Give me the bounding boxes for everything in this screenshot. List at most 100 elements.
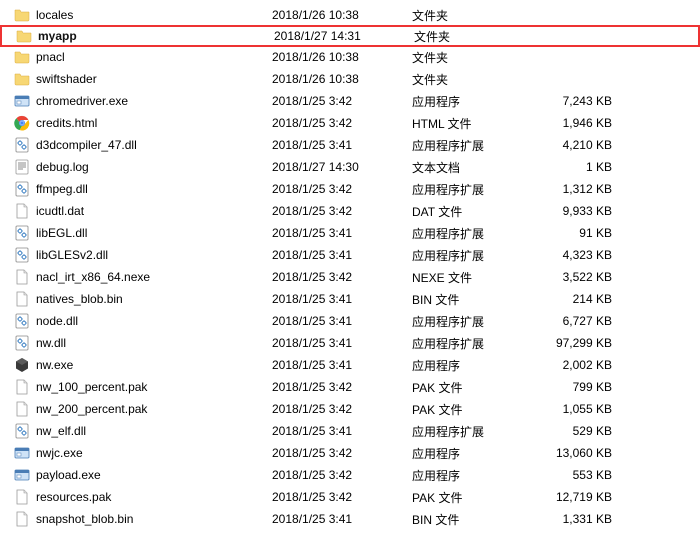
file-name: snapshot_blob.bin bbox=[32, 512, 272, 526]
file-name: nw_elf.dll bbox=[32, 424, 272, 438]
file-type: 应用程序 bbox=[412, 467, 532, 484]
file-date: 2018/1/25 3:42 bbox=[272, 446, 412, 460]
file-size: 3,522 KB bbox=[532, 270, 632, 284]
file-list: locales2018/1/26 10:38文件夹myapp2018/1/27 … bbox=[0, 0, 700, 534]
file-row[interactable]: debug.log2018/1/27 14:30文本文档1 KB bbox=[0, 156, 700, 178]
file-icon bbox=[12, 489, 32, 505]
file-date: 2018/1/26 10:38 bbox=[272, 8, 412, 22]
dll-icon bbox=[12, 313, 32, 329]
exe-icon bbox=[12, 445, 32, 461]
file-row[interactable]: nwjc.exe2018/1/25 3:42应用程序13,060 KB bbox=[0, 442, 700, 464]
file-icon bbox=[12, 379, 32, 395]
file-size: 214 KB bbox=[532, 292, 632, 306]
file-size: 2,002 KB bbox=[532, 358, 632, 372]
file-date: 2018/1/25 3:41 bbox=[272, 358, 412, 372]
file-type: 应用程序 bbox=[412, 93, 532, 110]
file-type: 文件夹 bbox=[414, 28, 534, 45]
file-row[interactable]: nw_200_percent.pak2018/1/25 3:42PAK 文件1,… bbox=[0, 398, 700, 420]
file-icon bbox=[12, 291, 32, 307]
file-date: 2018/1/25 3:41 bbox=[272, 292, 412, 306]
file-row[interactable]: nw_elf.dll2018/1/25 3:41应用程序扩展529 KB bbox=[0, 420, 700, 442]
file-row[interactable]: natives_blob.bin2018/1/25 3:41BIN 文件214 … bbox=[0, 288, 700, 310]
file-row[interactable]: swiftshader2018/1/26 10:38文件夹 bbox=[0, 68, 700, 90]
file-size: 799 KB bbox=[532, 380, 632, 394]
file-row[interactable]: libGLESv2.dll2018/1/25 3:41应用程序扩展4,323 K… bbox=[0, 244, 700, 266]
file-date: 2018/1/25 3:41 bbox=[272, 226, 412, 240]
file-size: 4,323 KB bbox=[532, 248, 632, 262]
file-name: chromedriver.exe bbox=[32, 94, 272, 108]
file-name: nw.exe bbox=[32, 358, 272, 372]
file-size: 91 KB bbox=[532, 226, 632, 240]
file-type: 文件夹 bbox=[412, 49, 532, 66]
dll-icon bbox=[12, 335, 32, 351]
file-size: 12,719 KB bbox=[532, 490, 632, 504]
file-name: debug.log bbox=[32, 160, 272, 174]
file-row[interactable]: nacl_irt_x86_64.nexe2018/1/25 3:42NEXE 文… bbox=[0, 266, 700, 288]
file-name: pnacl bbox=[32, 50, 272, 64]
file-size: 1,946 KB bbox=[532, 116, 632, 130]
file-name: nw_200_percent.pak bbox=[32, 402, 272, 416]
file-type: PAK 文件 bbox=[412, 401, 532, 418]
file-date: 2018/1/27 14:30 bbox=[272, 160, 412, 174]
file-size: 1,312 KB bbox=[532, 182, 632, 196]
file-row[interactable]: d3dcompiler_47.dll2018/1/25 3:41应用程序扩展4,… bbox=[0, 134, 700, 156]
file-type: 应用程序扩展 bbox=[412, 181, 532, 198]
file-date: 2018/1/25 3:42 bbox=[272, 182, 412, 196]
file-row[interactable]: chromedriver.exe2018/1/25 3:42应用程序7,243 … bbox=[0, 90, 700, 112]
folder-icon bbox=[14, 28, 34, 44]
file-type: PAK 文件 bbox=[412, 379, 532, 396]
file-date: 2018/1/27 14:31 bbox=[274, 29, 414, 43]
nw-icon bbox=[12, 357, 32, 373]
file-name: nwjc.exe bbox=[32, 446, 272, 460]
file-size: 7,243 KB bbox=[532, 94, 632, 108]
file-type: BIN 文件 bbox=[412, 511, 532, 528]
folder-icon bbox=[12, 49, 32, 65]
file-row[interactable]: pnacl2018/1/26 10:38文件夹 bbox=[0, 46, 700, 68]
file-name: icudtl.dat bbox=[32, 204, 272, 218]
dll-icon bbox=[12, 137, 32, 153]
dll-icon bbox=[12, 423, 32, 439]
file-row[interactable]: credits.html2018/1/25 3:42HTML 文件1,946 K… bbox=[0, 112, 700, 134]
file-type: 应用程序 bbox=[412, 445, 532, 462]
file-size: 6,727 KB bbox=[532, 314, 632, 328]
file-type: 文件夹 bbox=[412, 7, 532, 24]
file-name: node.dll bbox=[32, 314, 272, 328]
file-row[interactable]: libEGL.dll2018/1/25 3:41应用程序扩展91 KB bbox=[0, 222, 700, 244]
file-date: 2018/1/26 10:38 bbox=[272, 72, 412, 86]
file-size: 529 KB bbox=[532, 424, 632, 438]
file-row[interactable]: nw.exe2018/1/25 3:41应用程序2,002 KB bbox=[0, 354, 700, 376]
file-type: 文件夹 bbox=[412, 71, 532, 88]
file-row[interactable]: payload.exe2018/1/25 3:42应用程序553 KB bbox=[0, 464, 700, 486]
dll-icon bbox=[12, 225, 32, 241]
file-name: resources.pak bbox=[32, 490, 272, 504]
file-row[interactable]: node.dll2018/1/25 3:41应用程序扩展6,727 KB bbox=[0, 310, 700, 332]
file-type: 应用程序扩展 bbox=[412, 313, 532, 330]
file-name: payload.exe bbox=[32, 468, 272, 482]
file-row[interactable]: nw.dll2018/1/25 3:41应用程序扩展97,299 KB bbox=[0, 332, 700, 354]
dll-icon bbox=[12, 181, 32, 197]
file-type: 应用程序扩展 bbox=[412, 335, 532, 352]
file-date: 2018/1/25 3:42 bbox=[272, 204, 412, 218]
file-row[interactable]: resources.pak2018/1/25 3:42PAK 文件12,719 … bbox=[0, 486, 700, 508]
file-row[interactable]: snapshot_blob.bin2018/1/25 3:41BIN 文件1,3… bbox=[0, 508, 700, 530]
file-type: DAT 文件 bbox=[412, 203, 532, 220]
file-name: credits.html bbox=[32, 116, 272, 130]
file-icon bbox=[12, 203, 32, 219]
file-row[interactable]: icudtl.dat2018/1/25 3:42DAT 文件9,933 KB bbox=[0, 200, 700, 222]
file-date: 2018/1/25 3:41 bbox=[272, 314, 412, 328]
file-size: 4,210 KB bbox=[532, 138, 632, 152]
file-date: 2018/1/25 3:42 bbox=[272, 270, 412, 284]
file-type: 应用程序 bbox=[412, 357, 532, 374]
file-row[interactable]: myapp2018/1/27 14:31文件夹 bbox=[0, 25, 700, 47]
file-name: natives_blob.bin bbox=[32, 292, 272, 306]
file-size: 97,299 KB bbox=[532, 336, 632, 350]
file-date: 2018/1/25 3:41 bbox=[272, 512, 412, 526]
file-icon bbox=[12, 401, 32, 417]
file-row[interactable]: nw_100_percent.pak2018/1/25 3:42PAK 文件79… bbox=[0, 376, 700, 398]
file-row[interactable]: locales2018/1/26 10:38文件夹 bbox=[0, 4, 700, 26]
folder-icon bbox=[12, 7, 32, 23]
file-type: PAK 文件 bbox=[412, 489, 532, 506]
file-date: 2018/1/25 3:41 bbox=[272, 248, 412, 262]
file-icon bbox=[12, 511, 32, 527]
file-row[interactable]: ffmpeg.dll2018/1/25 3:42应用程序扩展1,312 KB bbox=[0, 178, 700, 200]
